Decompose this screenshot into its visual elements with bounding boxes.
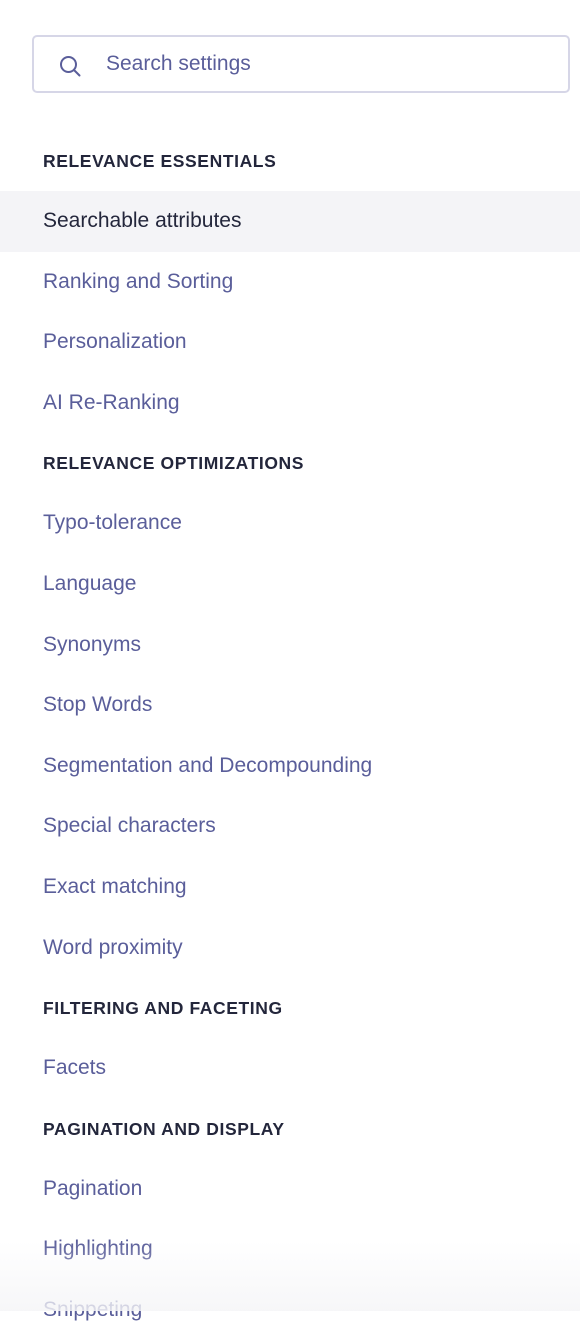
nav-item-exact-matching[interactable]: Exact matching xyxy=(0,857,580,918)
nav-item-segmentation-and-decompounding[interactable]: Segmentation and Decompounding xyxy=(0,736,580,797)
nav-item-searchable-attributes[interactable]: Searchable attributes xyxy=(0,191,580,252)
nav-item-stop-words[interactable]: Stop Words xyxy=(0,675,580,736)
section-relevance-optimizations: RELEVANCE OPTIMIZATIONS Typo-tolerance L… xyxy=(0,433,580,978)
search-icon xyxy=(60,56,81,77)
nav-item-personalization[interactable]: Personalization xyxy=(0,312,580,373)
nav-item-ranking-and-sorting[interactable]: Ranking and Sorting xyxy=(0,252,580,313)
section-pagination-and-display: PAGINATION AND DISPLAY Pagination Highli… xyxy=(0,1099,580,1341)
settings-nav: RELEVANCE ESSENTIALS Searchable attribut… xyxy=(0,131,580,1341)
nav-item-word-proximity[interactable]: Word proximity xyxy=(0,918,580,979)
nav-item-synonyms[interactable]: Synonyms xyxy=(0,615,580,676)
section-filtering-and-faceting: FILTERING AND FACETING Facets xyxy=(0,978,580,1099)
section-header: FILTERING AND FACETING xyxy=(43,998,283,1019)
search-field[interactable] xyxy=(32,35,570,93)
search-input[interactable] xyxy=(106,37,546,91)
nav-item-ai-re-ranking[interactable]: AI Re-Ranking xyxy=(0,373,580,434)
section-header: RELEVANCE OPTIMIZATIONS xyxy=(43,453,305,474)
nav-item-pagination[interactable]: Pagination xyxy=(0,1159,580,1220)
section-header: PAGINATION AND DISPLAY xyxy=(43,1118,285,1139)
section-header: RELEVANCE ESSENTIALS xyxy=(43,151,277,171)
nav-item-typo-tolerance[interactable]: Typo-tolerance xyxy=(0,493,580,554)
nav-item-special-characters[interactable]: Special characters xyxy=(0,796,580,857)
section-relevance-essentials: RELEVANCE ESSENTIALS Searchable attribut… xyxy=(0,131,580,433)
nav-item-snippeting[interactable]: Snippeting xyxy=(0,1280,580,1341)
nav-item-facets[interactable]: Facets xyxy=(0,1038,580,1099)
nav-item-highlighting[interactable]: Highlighting xyxy=(0,1219,580,1280)
nav-item-language[interactable]: Language xyxy=(0,554,580,615)
